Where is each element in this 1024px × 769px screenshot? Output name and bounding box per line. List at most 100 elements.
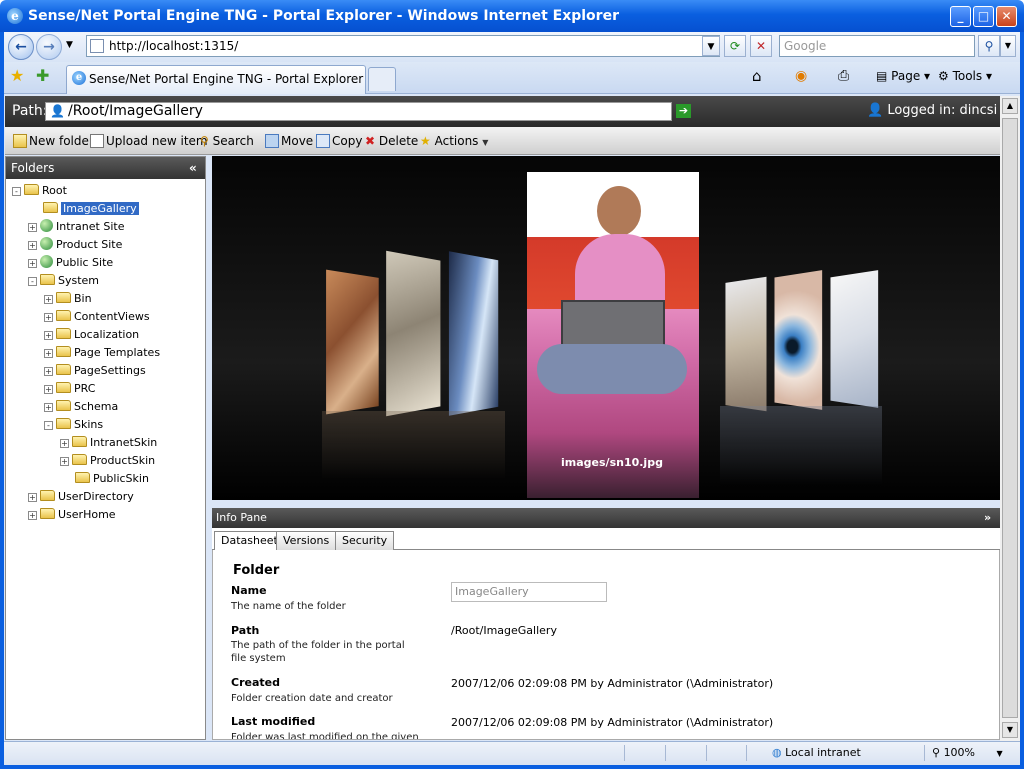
- tree-item-label: Product Site: [56, 238, 123, 251]
- scroll-thumb[interactable]: [1002, 118, 1018, 718]
- print-icon[interactable]: ⎙: [838, 68, 849, 84]
- tree-item[interactable]: + PageSettings: [12, 362, 160, 380]
- upload-button[interactable]: Upload new item: [90, 133, 208, 149]
- home-icon[interactable]: ⌂: [752, 68, 762, 84]
- stop-button[interactable]: ✕: [750, 35, 772, 57]
- tree-item[interactable]: + ProductSkin: [12, 452, 160, 470]
- gallery-main-image[interactable]: [527, 172, 699, 498]
- collapse-panel-icon[interactable]: «: [189, 157, 197, 179]
- tree-item[interactable]: - System: [12, 272, 160, 290]
- expand-icon[interactable]: +: [28, 223, 37, 232]
- minimize-button[interactable]: _: [950, 6, 971, 27]
- zoom-control[interactable]: ⚲ 100% ▼: [932, 746, 1003, 759]
- tab-datasheet[interactable]: Datasheet: [214, 531, 285, 551]
- expand-collapse-icon[interactable]: »: [984, 508, 991, 528]
- tools-menu[interactable]: ⚙ Tools ▾: [938, 68, 992, 84]
- gallery-thumb-skyscraper[interactable]: [448, 251, 499, 416]
- expand-icon[interactable]: +: [44, 385, 53, 394]
- tree-item[interactable]: + Schema: [12, 398, 160, 416]
- go-button[interactable]: ➔: [676, 104, 691, 118]
- collapse-icon[interactable]: -: [44, 421, 53, 430]
- tree-item[interactable]: + PRC: [12, 380, 160, 398]
- collapse-icon[interactable]: -: [28, 277, 37, 286]
- favorites-star-icon[interactable]: ★: [10, 66, 24, 85]
- scroll-up-icon[interactable]: ▲: [1002, 98, 1018, 114]
- tree-item[interactable]: ImageGallery: [12, 200, 160, 218]
- expand-icon[interactable]: +: [44, 313, 53, 322]
- expand-icon[interactable]: +: [44, 331, 53, 340]
- field-created-label: Created: [231, 676, 280, 689]
- search-input[interactable]: Google: [779, 35, 975, 57]
- move-button[interactable]: Move: [265, 133, 313, 149]
- delete-button[interactable]: ✖ Delete: [365, 133, 418, 149]
- back-button[interactable]: ←: [8, 34, 34, 60]
- gallery-thumb-eye[interactable]: [774, 270, 823, 410]
- gallery-thumb-starfish[interactable]: [326, 269, 379, 415]
- tab-versions[interactable]: Versions: [276, 531, 337, 550]
- path-input[interactable]: /Root/ImageGallery: [45, 102, 672, 121]
- user-icon: 👤: [867, 103, 884, 118]
- tree-item[interactable]: + Public Site: [12, 254, 160, 272]
- expand-icon[interactable]: +: [44, 295, 53, 304]
- tree-item[interactable]: PublicSkin: [12, 470, 160, 488]
- gallery-thumb-interior[interactable]: [386, 250, 441, 417]
- refresh-button[interactable]: ⟳: [724, 35, 746, 57]
- address-dropdown-button[interactable]: ▼: [702, 36, 720, 56]
- tree-item-label: Page Templates: [74, 346, 161, 359]
- image-gallery-viewer[interactable]: images/sn10.jpg: [212, 156, 1000, 500]
- address-input[interactable]: http://localhost:1315/: [86, 35, 720, 57]
- browser-tab[interactable]: Sense/Net Portal Engine TNG - Portal Exp…: [66, 65, 366, 94]
- expand-icon[interactable]: +: [44, 403, 53, 412]
- expand-icon[interactable]: +: [44, 367, 53, 376]
- forward-button[interactable]: →: [36, 34, 62, 60]
- page-menu[interactable]: ▤ Page ▾: [876, 68, 930, 84]
- search-icon[interactable]: ⚲: [978, 35, 1000, 57]
- gallery-reflection-right: [720, 406, 882, 486]
- tree-item[interactable]: + Product Site: [12, 236, 160, 254]
- tree-item[interactable]: + Localization: [12, 326, 160, 344]
- copy-button[interactable]: Copy: [316, 133, 362, 149]
- collapse-icon[interactable]: -: [12, 187, 21, 196]
- security-zone[interactable]: ◍ Local intranet: [772, 746, 861, 759]
- tree-item[interactable]: + Bin: [12, 290, 160, 308]
- expand-icon[interactable]: +: [28, 259, 37, 268]
- tree-item[interactable]: + Intranet Site: [12, 218, 160, 236]
- maximize-button[interactable]: □: [973, 6, 994, 27]
- folder-icon: [56, 364, 71, 375]
- tree-item[interactable]: + IntranetSkin: [12, 434, 160, 452]
- page-scrollbar[interactable]: ▲ ▼: [1000, 96, 1020, 741]
- search-options-button[interactable]: ▼: [1000, 35, 1016, 57]
- tab-ie-icon: e: [72, 71, 86, 85]
- tree-item[interactable]: - Root: [12, 182, 160, 200]
- expand-icon[interactable]: +: [28, 511, 37, 520]
- copy-icon: [316, 134, 330, 148]
- feeds-icon[interactable]: ◉: [795, 68, 807, 84]
- tree-item[interactable]: - Skins: [12, 416, 160, 434]
- tree-item-label: Intranet Site: [56, 220, 125, 233]
- status-separator: [624, 745, 625, 761]
- gallery-thumb-doctor[interactable]: [830, 270, 879, 408]
- new-tab-button[interactable]: [368, 67, 396, 91]
- window-title-bar[interactable]: e Sense/Net Portal Engine TNG - Portal E…: [0, 0, 1024, 32]
- name-field[interactable]: ImageGallery: [451, 582, 607, 602]
- expand-icon[interactable]: +: [60, 439, 69, 448]
- expand-icon[interactable]: +: [28, 241, 37, 250]
- expand-icon[interactable]: +: [28, 493, 37, 502]
- add-favorites-icon[interactable]: ✚: [36, 66, 49, 85]
- new-folder-button[interactable]: New folder: [13, 133, 94, 149]
- expand-icon[interactable]: +: [44, 349, 53, 358]
- scroll-down-icon[interactable]: ▼: [1002, 722, 1018, 738]
- tab-security[interactable]: Security: [335, 531, 395, 550]
- actions-menu[interactable]: ★ Actions ▼: [420, 133, 488, 151]
- new-folder-icon: [13, 134, 27, 148]
- tree-item[interactable]: + Page Templates: [12, 344, 160, 362]
- expand-icon[interactable]: +: [60, 457, 69, 466]
- gallery-thumb-beach[interactable]: [725, 276, 767, 412]
- zoom-dropdown-icon[interactable]: ▼: [997, 749, 1003, 758]
- tree-item[interactable]: + UserHome: [12, 506, 160, 524]
- tree-item[interactable]: + UserDirectory: [12, 488, 160, 506]
- close-button[interactable]: ✕: [996, 6, 1017, 27]
- search-button[interactable]: ⚲ Search: [200, 133, 254, 149]
- tree-item[interactable]: + ContentViews: [12, 308, 160, 326]
- history-dropdown-icon[interactable]: ▼: [66, 40, 73, 50]
